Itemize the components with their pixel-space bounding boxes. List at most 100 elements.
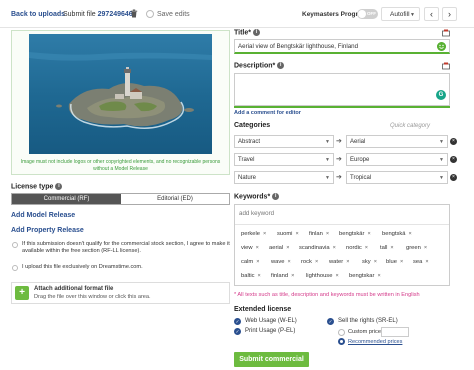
license-type-selector: Commercial (RF) Editorial (ED) xyxy=(11,193,230,205)
keyword-tag[interactable]: bengtskär × xyxy=(339,229,371,239)
keyword-tag[interactable]: finland × xyxy=(271,271,294,281)
license-type-text: License type xyxy=(11,183,54,191)
category-3-sub-select[interactable]: Tropical ▼ xyxy=(346,171,448,184)
submit-commercial-button[interactable]: Submit commercial xyxy=(234,352,309,367)
categories-label: Categories xyxy=(234,122,271,129)
category-1-sub-select[interactable]: Aerial ▼ xyxy=(346,135,448,148)
keyword-tag[interactable]: perkele × xyxy=(241,229,266,239)
print-usage-checkbox[interactable]: ✓ xyxy=(234,328,241,335)
close-icon: × xyxy=(287,259,291,265)
web-usage-checkbox[interactable]: ✓ xyxy=(234,318,241,325)
chevron-down-icon: ▼ xyxy=(325,139,330,145)
title-value: Aerial view of Bengtskär lighthouse, Fin… xyxy=(238,43,359,50)
keyword-tag[interactable]: wave × xyxy=(271,257,291,267)
quick-category-input[interactable]: Quick category xyxy=(390,123,430,129)
save-edits-checkbox[interactable] xyxy=(146,10,154,18)
keyword-tag[interactable]: scandinavia × xyxy=(299,243,336,253)
dictionary-icon[interactable] xyxy=(442,29,450,37)
info-icon[interactable]: i xyxy=(55,183,63,190)
attach-hint: Drag the file over this window or click … xyxy=(34,294,151,300)
previous-file-button[interactable]: ‹ xyxy=(424,7,439,21)
keyword-tag[interactable]: rock × xyxy=(301,257,318,267)
extended-license-label: Extended license xyxy=(234,306,292,313)
keyword-tag[interactable]: sky × xyxy=(362,257,377,267)
close-icon: × xyxy=(255,245,259,251)
keyword-tag[interactable]: bengtskä × xyxy=(382,229,412,239)
title-label-text: Title* xyxy=(234,29,251,37)
keyword-tag[interactable]: sea × xyxy=(413,257,429,267)
keyword-tag[interactable]: nordic × xyxy=(346,243,368,253)
remove-category-icon[interactable]: × xyxy=(450,174,457,181)
close-icon: × xyxy=(364,245,369,251)
category-1-main-select[interactable]: Abstract ▼ xyxy=(234,135,334,148)
lighthouse-photo xyxy=(29,34,212,154)
recommended-prices-link[interactable]: Recommended prices xyxy=(348,339,402,345)
recommended-prices-radio[interactable] xyxy=(338,338,345,345)
title-input[interactable]: Aerial view of Bengtskär lighthouse, Fin… xyxy=(234,39,450,54)
keyword-tag[interactable]: water × xyxy=(329,257,349,267)
chevron-down-icon: ▼ xyxy=(439,175,444,181)
keymasters-toggle[interactable]: OFF xyxy=(357,9,378,19)
add-property-release-link[interactable]: Add Property Release xyxy=(11,227,84,234)
close-icon: × xyxy=(295,231,299,237)
keyword-tag[interactable]: baltic × xyxy=(241,271,261,281)
keyword-tag[interactable]: calm × xyxy=(241,257,259,267)
dictionary-icon[interactable] xyxy=(442,62,450,70)
keyword-tag[interactable]: aerial × xyxy=(269,243,289,253)
autofill-dropdown[interactable]: Autofill ▼ xyxy=(381,7,420,21)
remove-category-icon[interactable]: × xyxy=(450,156,457,163)
keyword-tag[interactable]: green × xyxy=(406,243,427,253)
free-section-checkbox[interactable] xyxy=(12,242,18,248)
keyword-tag[interactable]: finlan × xyxy=(309,229,329,239)
attach-title: Attach additional format file xyxy=(34,286,114,292)
category-2-sub-select[interactable]: Europe ▼ xyxy=(346,153,448,166)
chevron-down-icon: ▼ xyxy=(325,157,330,163)
grammar-check-icon[interactable]: G xyxy=(436,90,446,100)
keyword-tag[interactable]: suomi × xyxy=(277,229,299,239)
free-section-note: If this submission doesn't qualify for t… xyxy=(22,241,230,254)
close-icon: × xyxy=(286,245,290,251)
custom-price-radio[interactable] xyxy=(338,329,345,336)
english-warning: * All texts such as title, description a… xyxy=(234,292,420,298)
exclusive-checkbox[interactable] xyxy=(12,265,18,271)
sell-rights-label: Sell the rights (SR-EL) xyxy=(338,318,398,324)
category-2-main-select[interactable]: Travel ▼ xyxy=(234,153,334,166)
custom-price-input[interactable] xyxy=(381,327,409,337)
keyword-tag[interactable]: tall × xyxy=(380,243,394,253)
category-value: Abstract xyxy=(238,139,261,145)
keyword-tag[interactable]: lighthouse × xyxy=(306,271,339,281)
smiley-icon xyxy=(437,42,446,51)
trash-icon[interactable] xyxy=(130,9,138,18)
category-value: Europe xyxy=(350,157,370,163)
keyword-tag[interactable]: view × xyxy=(241,243,259,253)
license-type-label: License type i xyxy=(11,183,63,191)
license-option-commercial[interactable]: Commercial (RF) xyxy=(12,194,121,204)
add-model-release-link[interactable]: Add Model Release xyxy=(11,212,75,219)
close-icon: × xyxy=(425,259,429,265)
attach-format-dropzone[interactable]: + Attach additional format file Drag the… xyxy=(11,282,230,304)
close-icon: × xyxy=(408,231,412,237)
category-value: Nature xyxy=(238,175,257,181)
info-icon[interactable]: i xyxy=(277,62,285,69)
license-option-editorial[interactable]: Editorial (ED) xyxy=(121,194,229,204)
sell-rights-checkbox[interactable]: ✓ xyxy=(327,318,334,325)
keyword-input[interactable]: add keyword xyxy=(239,210,274,217)
remove-category-icon[interactable]: × xyxy=(450,138,457,145)
keyword-tag[interactable]: blue × xyxy=(386,257,403,267)
top-bar: Back to uploads › Submit file 297249646 … xyxy=(0,0,474,28)
arrow-right-icon: ➔ xyxy=(336,138,342,145)
plus-icon: + xyxy=(15,286,29,300)
description-label-text: Description* xyxy=(234,62,276,70)
print-usage-label: Print Usage (P-EL) xyxy=(245,328,296,334)
close-icon: × xyxy=(332,245,336,251)
close-icon: × xyxy=(257,273,261,279)
keyword-tag[interactable]: bengtskar × xyxy=(349,271,381,281)
description-textarea[interactable]: G xyxy=(234,73,450,106)
close-icon: × xyxy=(373,259,377,265)
info-icon[interactable]: i xyxy=(253,29,260,36)
next-file-button[interactable]: › xyxy=(442,7,457,21)
info-icon[interactable]: i xyxy=(272,193,280,200)
submit-file-label: Submit file xyxy=(63,11,96,18)
category-3-main-select[interactable]: Nature ▼ xyxy=(234,171,334,184)
add-comment-link[interactable]: Add a comment for editor xyxy=(234,110,301,116)
